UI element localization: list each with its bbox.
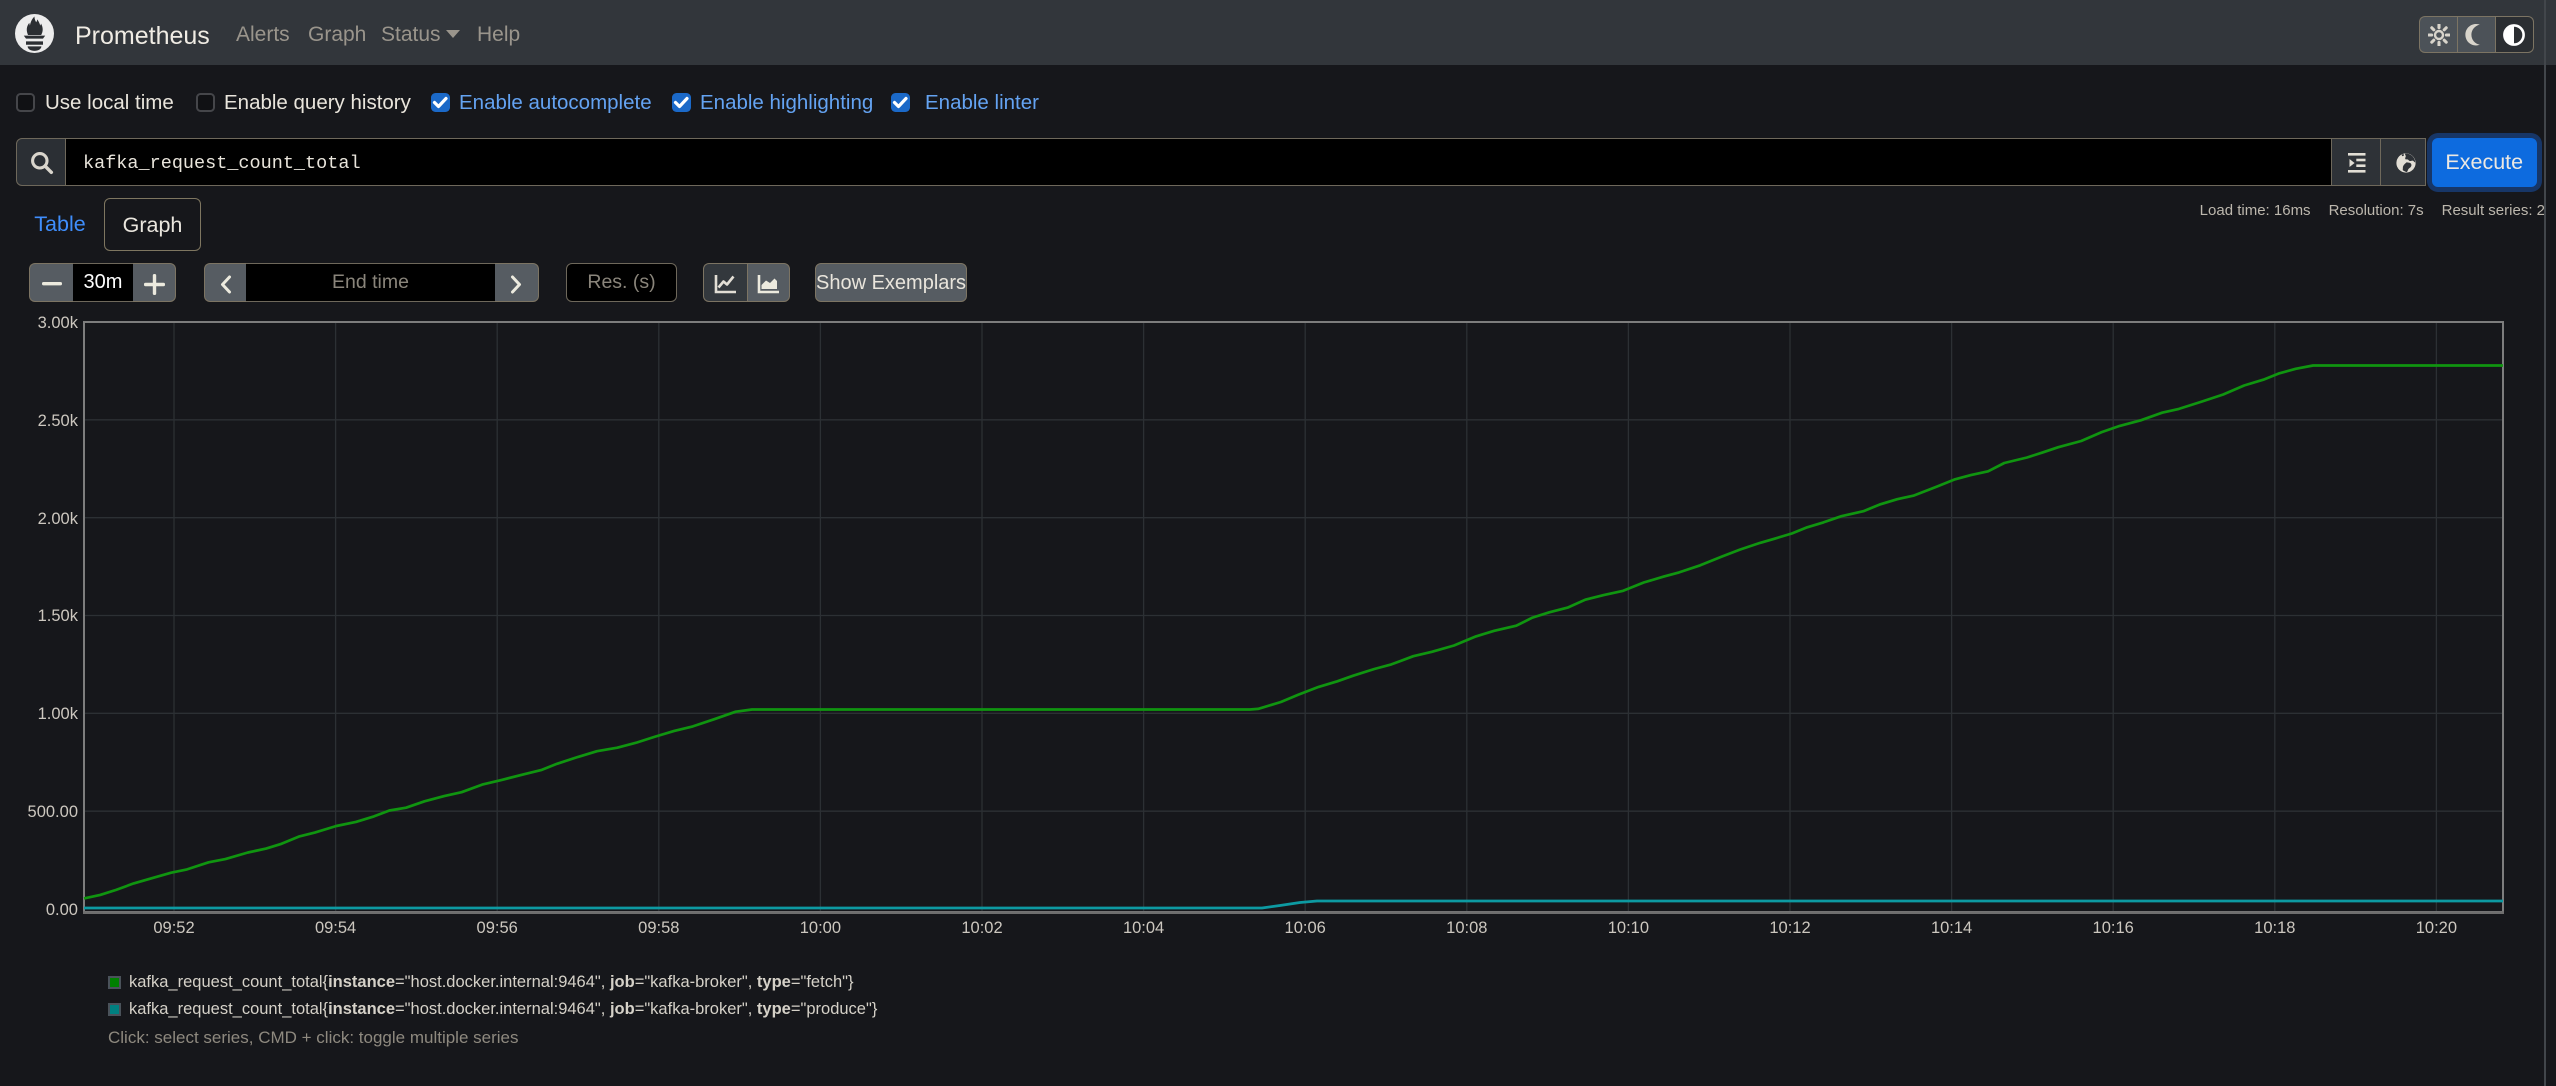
svg-text:10:12: 10:12 [1769, 919, 1810, 937]
svg-text:10:14: 10:14 [1931, 919, 1972, 937]
svg-text:500.00: 500.00 [28, 803, 78, 821]
svg-text:10:18: 10:18 [2254, 919, 2295, 937]
svg-text:10:02: 10:02 [961, 919, 1002, 937]
svg-text:0.00: 0.00 [46, 901, 78, 919]
svg-text:2.00k: 2.00k [38, 510, 79, 528]
svg-text:1.50k: 1.50k [38, 607, 79, 625]
svg-text:09:52: 09:52 [153, 919, 194, 937]
svg-text:2.50k: 2.50k [38, 412, 79, 430]
svg-text:10:16: 10:16 [2093, 919, 2134, 937]
svg-text:09:58: 09:58 [638, 919, 679, 937]
svg-text:09:56: 09:56 [477, 919, 518, 937]
svg-text:10:04: 10:04 [1123, 919, 1164, 937]
svg-text:10:08: 10:08 [1446, 919, 1487, 937]
svg-text:10:00: 10:00 [800, 919, 841, 937]
svg-text:10:10: 10:10 [1608, 919, 1649, 937]
svg-text:10:06: 10:06 [1285, 919, 1326, 937]
svg-text:1.00k: 1.00k [38, 705, 79, 723]
svg-text:09:54: 09:54 [315, 919, 356, 937]
svg-text:3.00k: 3.00k [38, 314, 79, 332]
svg-text:10:20: 10:20 [2416, 919, 2457, 937]
